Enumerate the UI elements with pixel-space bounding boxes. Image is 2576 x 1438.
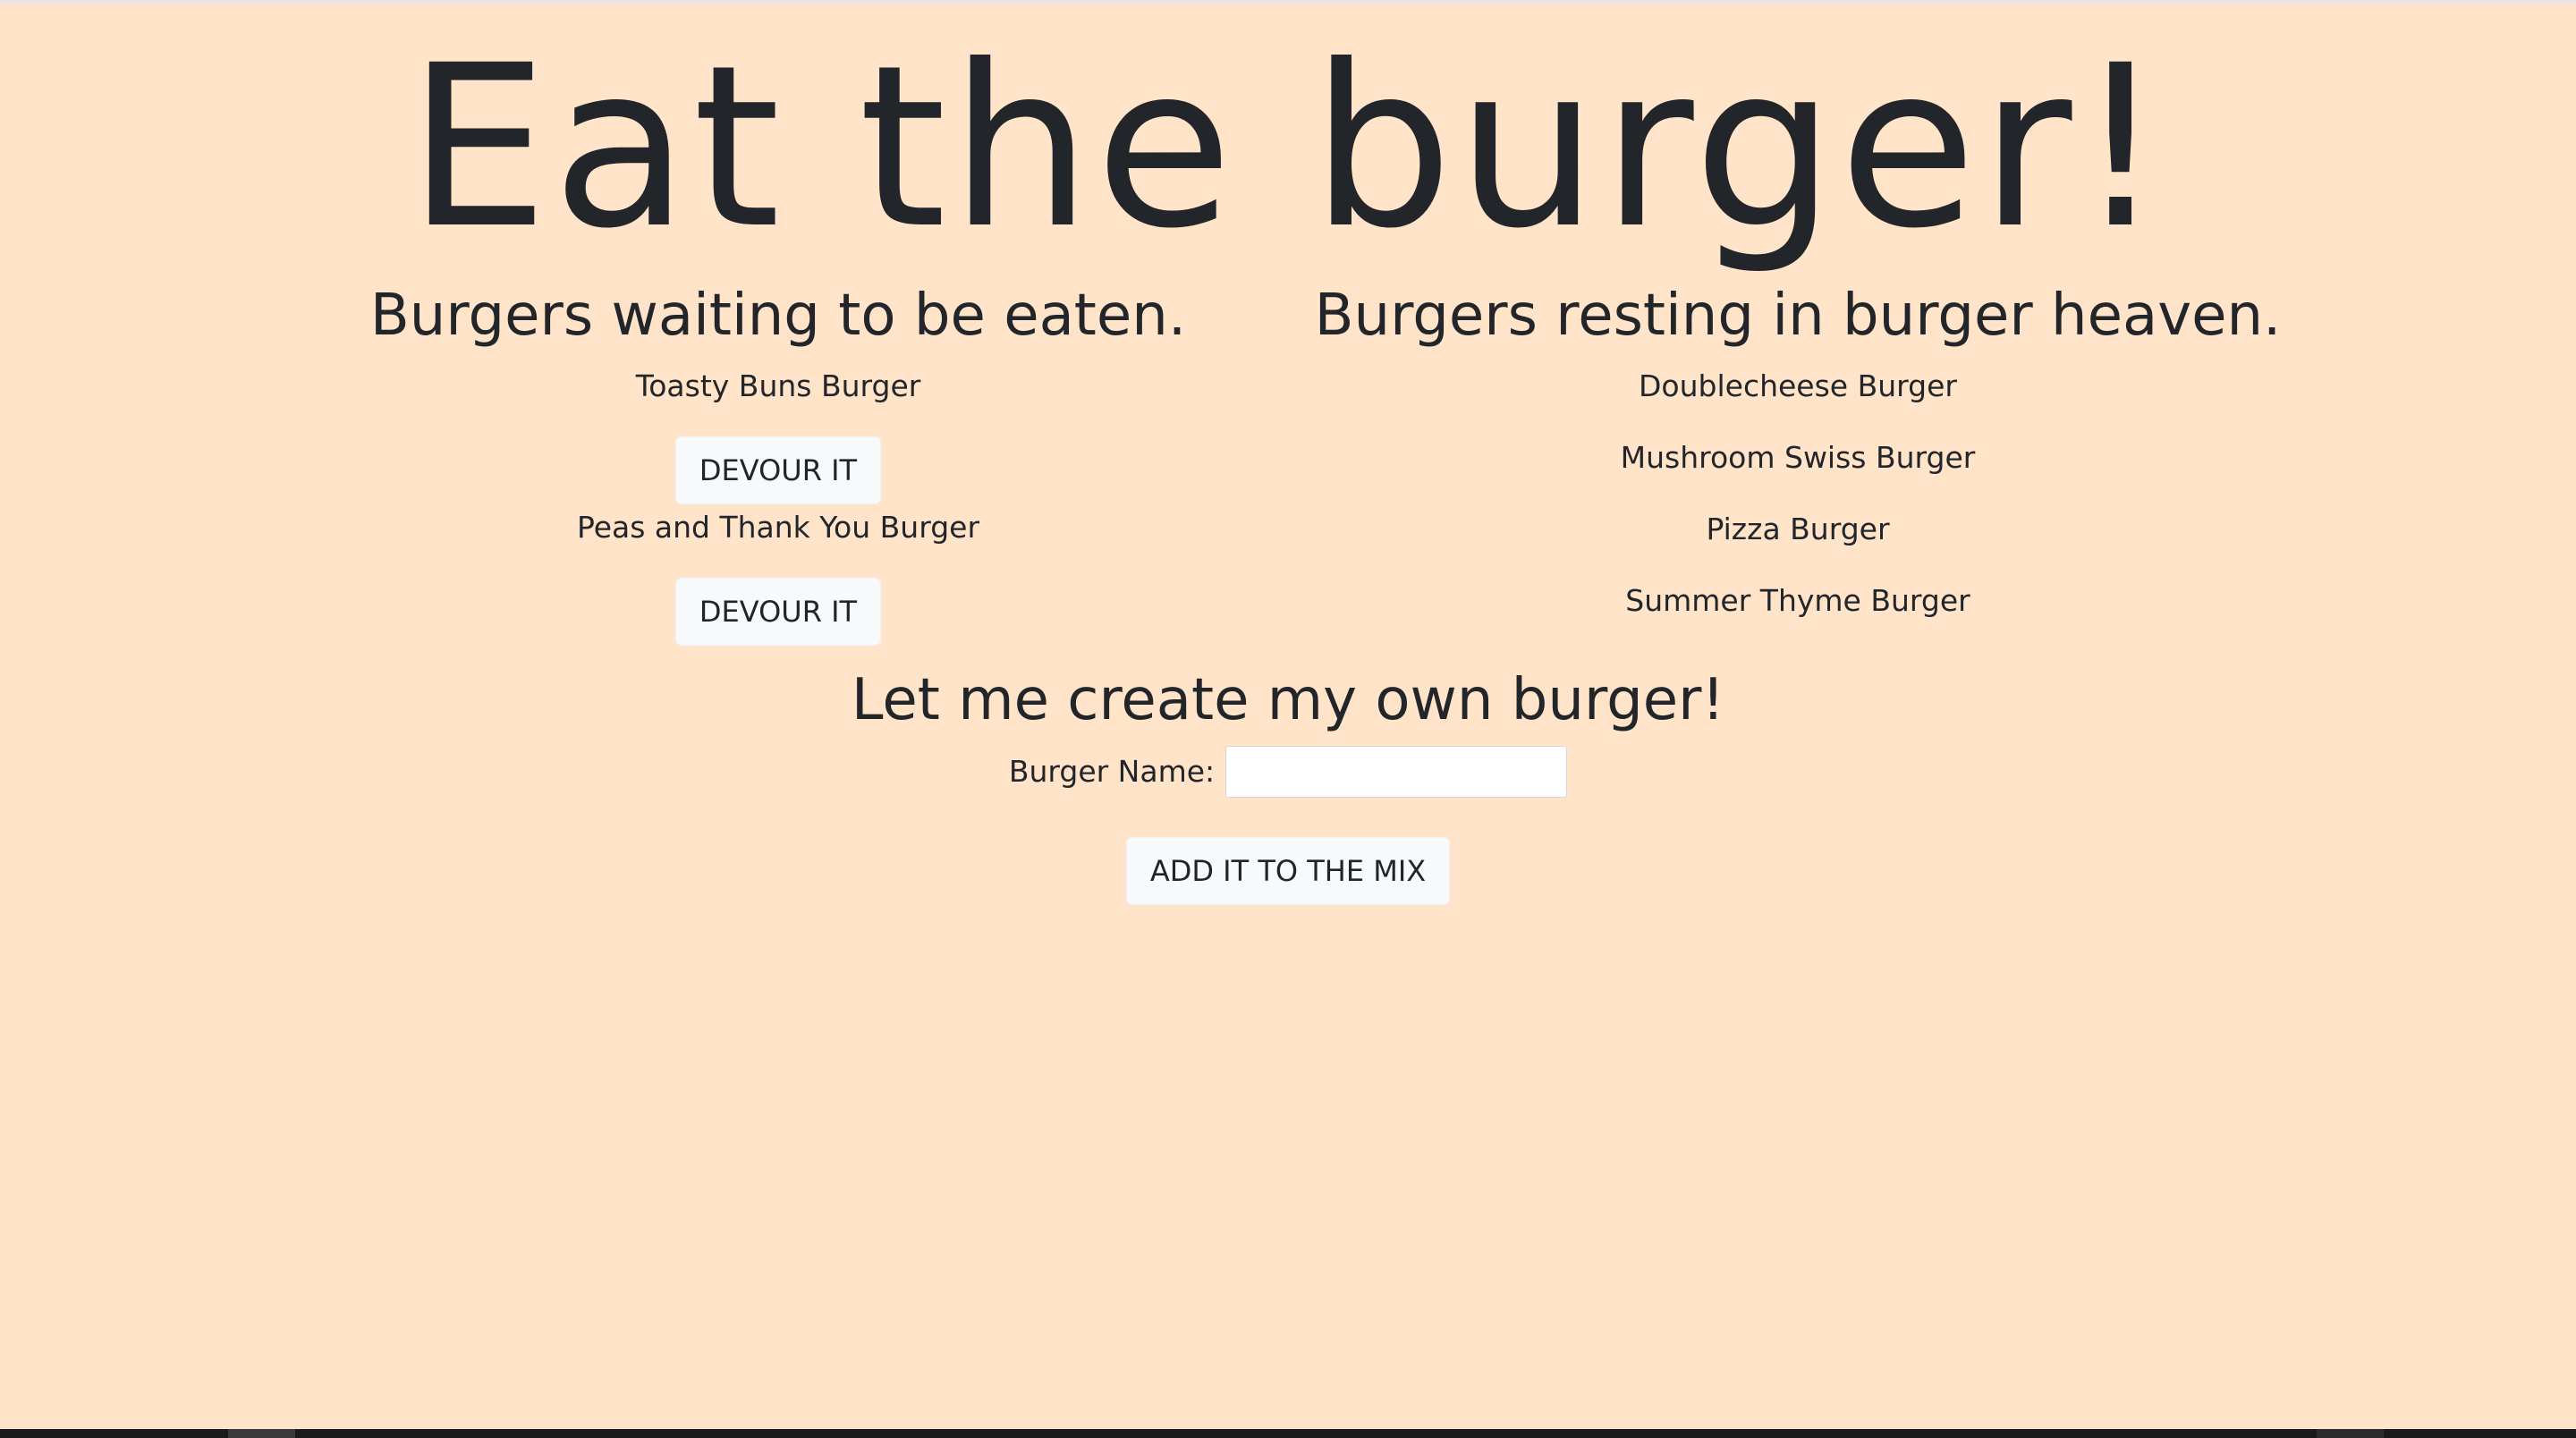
window-edge-tab xyxy=(228,1429,295,1438)
burger-name-input[interactable] xyxy=(1225,746,1568,798)
devour-button[interactable]: DEVOUR IT xyxy=(674,578,882,646)
top-edge xyxy=(0,0,2576,4)
devour-button-wrap: DEVOUR IT xyxy=(340,578,1216,646)
page: Eat the burger! Burgers waiting to be ea… xyxy=(0,0,2576,1429)
burger-name: Peas and Thank You Burger xyxy=(576,510,980,545)
create-burger-form: Burger Name: ADD IT TO THE MIX xyxy=(0,744,2576,905)
devour-button-wrap: DEVOUR IT xyxy=(340,436,1216,504)
window-edge-tab xyxy=(2317,1429,2384,1438)
waiting-burgers-list: Toasty Buns Burger DEVOUR IT Peas and Th… xyxy=(340,363,1216,646)
devoured-burgers-column: Burgers resting in burger heaven. Double… xyxy=(1306,277,2290,649)
list-item: Toasty Buns Burger DEVOUR IT xyxy=(340,363,1216,504)
submit-button-wrap: ADD IT TO THE MIX xyxy=(0,837,2576,905)
list-item: Peas and Thank You Burger DEVOUR IT xyxy=(340,504,1216,646)
list-item: Summer Thyme Burger xyxy=(1625,583,1970,618)
burger-name-label: Burger Name: xyxy=(1008,754,1216,789)
window-bottom-edge xyxy=(0,1429,2576,1438)
page-title: Eat the burger! xyxy=(407,17,2169,277)
devoured-burgers-heading: Burgers resting in burger heaven. xyxy=(1314,283,2282,349)
add-burger-button[interactable]: ADD IT TO THE MIX xyxy=(1125,837,1451,905)
burger-name-row: Burger Name: xyxy=(0,744,2576,799)
devour-button[interactable]: DEVOUR IT xyxy=(674,436,882,504)
waiting-burgers-column: Burgers waiting to be eaten. Toasty Buns… xyxy=(340,277,1216,646)
list-item: Pizza Burger xyxy=(1706,512,1890,546)
waiting-burgers-heading: Burgers waiting to be eaten. xyxy=(369,283,1187,349)
list-item: Doublecheese Burger xyxy=(1639,368,1957,403)
create-burger-heading: Let me create my own burger! xyxy=(851,667,1725,733)
devoured-burgers-list: Doublecheese Burger Mushroom Swiss Burge… xyxy=(1306,363,2290,649)
list-item: Mushroom Swiss Burger xyxy=(1620,440,1976,475)
burger-name: Toasty Buns Burger xyxy=(635,368,921,403)
create-burger-section: Let me create my own burger! Burger Name… xyxy=(0,662,2576,905)
